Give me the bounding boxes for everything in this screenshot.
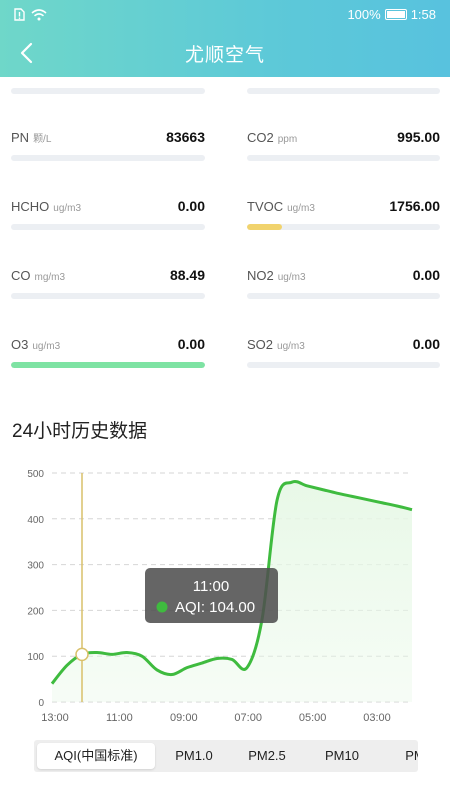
- metric-value: 0.00: [177, 336, 205, 352]
- y-tick-label: 0: [38, 698, 44, 709]
- metric-value: 83663: [166, 129, 205, 145]
- clock: 1:58: [410, 7, 436, 22]
- status-icons-right: 100% 1:58: [347, 7, 436, 22]
- x-tick-label: 05:00: [299, 712, 327, 724]
- metric-value: 0.00: [177, 198, 205, 214]
- app-header: 100% 1:58 尤顺空气: [0, 0, 450, 77]
- y-tick-label: 500: [27, 469, 44, 480]
- y-tick-label: 200: [27, 606, 44, 617]
- x-tick-label: 07:00: [234, 712, 262, 724]
- tab-pm[interactable]: PM: [385, 743, 418, 769]
- sim-alert-icon: [14, 8, 25, 21]
- metric-level-bar: [247, 362, 440, 368]
- previous-metric-bar: [11, 88, 205, 94]
- previous-metric-bar: [247, 88, 440, 94]
- history-chart-svg: 500 400 300 200 100 0 13:00 11:00 09:00 07:00 05:0…: [27, 469, 413, 724]
- history-title: 24小时历史数据: [12, 421, 148, 442]
- tab-pm2-5[interactable]: PM2.5: [234, 743, 300, 769]
- metric-level-bar: [247, 155, 440, 161]
- tooltip-value: AQI: 104.00: [175, 599, 255, 616]
- x-tick-label: 03:00: [363, 712, 391, 724]
- history-chart[interactable]: 500 400 300 200 100 0 13:00 11:00 09:00 07:00 05:0…: [0, 455, 450, 740]
- metric-level-bar: [11, 293, 205, 299]
- metric-level-fill: [11, 362, 205, 368]
- tab-aqi[interactable]: AQI(中国标准): [37, 743, 155, 769]
- metric-level-bar: [247, 293, 440, 299]
- x-tick-label: 11:00: [106, 712, 133, 724]
- y-tick-label: 300: [27, 561, 44, 572]
- metric-tab-bar: AQI(中国标准)PM1.0 PM2.5 PM10 PM: [34, 740, 418, 772]
- status-bar: 100% 1:58: [0, 0, 450, 30]
- metric-value: 0.00: [412, 336, 440, 352]
- metric-level-bar: [247, 224, 440, 230]
- metric-level-bar: [11, 362, 205, 368]
- tooltip-series-dot: [156, 601, 168, 613]
- y-tick-label: 400: [27, 515, 44, 526]
- metric-value: 1756.00: [389, 198, 440, 214]
- battery-percent: 100%: [347, 7, 381, 22]
- metric-value: 88.49: [169, 267, 205, 283]
- metric-level-bar: [11, 224, 205, 230]
- metric-value: 995.00: [397, 129, 440, 145]
- battery-icon: [384, 9, 407, 20]
- tooltip-title: 11:00: [193, 578, 229, 595]
- x-tick-label: 13:00: [41, 712, 69, 724]
- page-title: 尤顺空气: [184, 45, 265, 66]
- x-tick-label: 09:00: [170, 712, 198, 724]
- tab-pm1-0[interactable]: PM1.0: [161, 743, 227, 769]
- status-icons-left: [14, 8, 47, 21]
- highlight-point: [75, 647, 89, 662]
- y-tick-label: 100: [27, 652, 44, 663]
- metric-level-bar: [11, 155, 205, 161]
- metric-level-fill: [247, 224, 282, 230]
- wifi-icon: [31, 8, 47, 20]
- metric-value: 0.00: [412, 267, 440, 283]
- tab-pm10[interactable]: PM10: [307, 743, 377, 769]
